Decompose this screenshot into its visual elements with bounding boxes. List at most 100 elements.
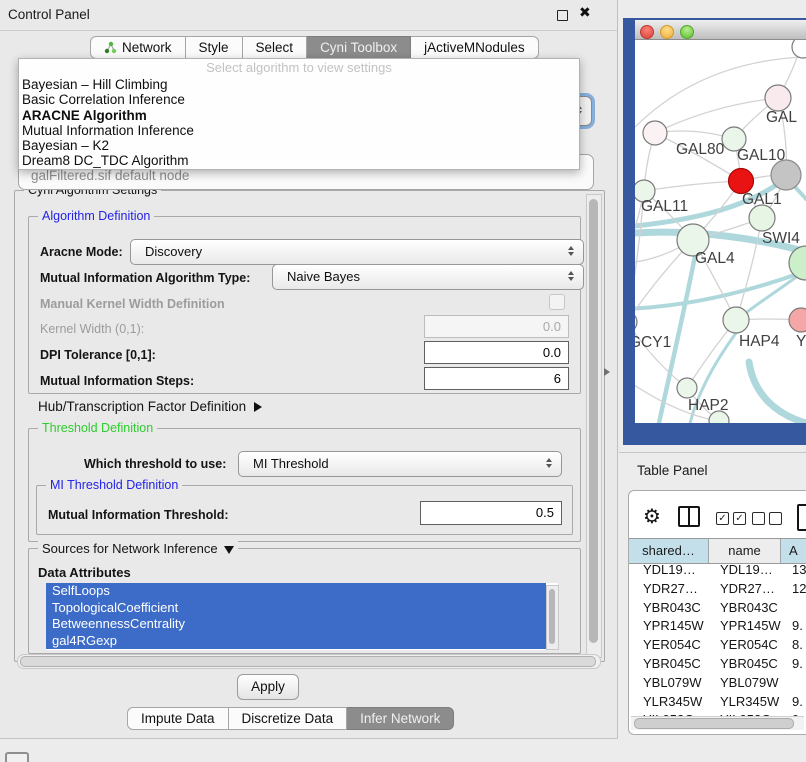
network-node-gcy1[interactable]: [635, 312, 637, 332]
close-icon[interactable]: ✖: [579, 5, 591, 21]
attribute-item-topologicalcoefficient[interactable]: TopologicalCoefficient: [46, 600, 546, 617]
tab-style[interactable]: Style: [186, 36, 243, 59]
table-row[interactable]: YDL19…YDL19…13.: [629, 562, 806, 581]
network-node-gal1[interactable]: [729, 169, 754, 194]
tab-select[interactable]: Select: [243, 36, 308, 59]
attributes-scroll-thumb[interactable]: [549, 589, 555, 644]
network-view-window: GALGAL80GAL10GAL1GAL11SWI4GAL4GCY1HAP4YH…: [623, 18, 806, 445]
column-header-partial[interactable]: A: [781, 539, 806, 563]
which-threshold-select[interactable]: MI Threshold: [238, 451, 562, 477]
network-canvas[interactable]: GALGAL80GAL10GAL1GAL11SWI4GAL4GCY1HAP4YH…: [635, 40, 806, 423]
table-cell: YBR043C: [643, 600, 701, 615]
network-edge[interactable]: [644, 181, 741, 191]
settings-hscroll-thumb[interactable]: [20, 656, 596, 667]
settings-vertical-scrollbar[interactable]: [586, 194, 602, 658]
table-cell: 9.: [792, 694, 803, 709]
tab-label: jActiveMNodules: [424, 37, 525, 58]
attribute-item-betweennesscentrality[interactable]: BetweennessCentrality: [46, 616, 546, 633]
node-label: GAL4: [695, 250, 735, 267]
algorithm-option-dream8-dc-tdc-algorithm[interactable]: Dream8 DC_TDC Algorithm: [19, 153, 579, 168]
tab-infer-network[interactable]: Infer Network: [347, 707, 454, 730]
network-node-gal[interactable]: [765, 85, 791, 111]
attributes-scrollbar[interactable]: [546, 585, 559, 650]
table-row[interactable]: YBL079WYBL079W: [629, 675, 806, 694]
control-panel-titlebar: Control Panel ✖: [0, 0, 617, 31]
tab-impute-data[interactable]: Impute Data: [127, 707, 229, 730]
manual-kernel-checkbox[interactable]: [549, 294, 565, 310]
tab-label: Select: [256, 37, 294, 58]
kernel-width-field[interactable]: 0.0: [424, 315, 569, 338]
attribute-item-gal4rgexp[interactable]: gal4RGexp: [46, 633, 546, 650]
table-row[interactable]: YBR043CYBR043C: [629, 600, 806, 619]
page-icon[interactable]: [797, 504, 806, 531]
dpi-tolerance-field[interactable]: 0.0: [424, 341, 569, 364]
network-node[interactable]: [771, 160, 801, 190]
node-label: GAL10: [737, 147, 786, 164]
algorithm-option-mutual-information-inference[interactable]: Mutual Information Inference: [19, 123, 579, 138]
table-row[interactable]: YER054CYER054C8.: [629, 637, 806, 656]
table-rows[interactable]: YDL19…YDL19…13.YDR27…YDR27…12.YBR043CYBR…: [629, 562, 806, 719]
gear-icon[interactable]: ⚙: [643, 506, 661, 526]
network-graph: GALGAL80GAL10GAL1GAL11SWI4GAL4GCY1HAP4YH…: [635, 40, 806, 423]
sources-group-title[interactable]: Sources for Network Inference: [38, 541, 238, 556]
column-header-name[interactable]: name: [709, 539, 781, 563]
table-row[interactable]: YPR145WYPR145W9.: [629, 618, 806, 637]
table-cell: 13.: [792, 562, 806, 577]
network-edge[interactable]: [749, 362, 806, 423]
network-node[interactable]: [749, 205, 775, 231]
table-hscroll-thumb[interactable]: [634, 718, 794, 729]
network-node[interactable]: [792, 40, 806, 58]
settings-horizontal-scrollbar[interactable]: [17, 654, 601, 669]
hub-definition-toggle[interactable]: Hub/Transcription Factor Definition: [38, 399, 262, 414]
mi-threshold-field[interactable]: 0.5: [420, 501, 562, 525]
mi-steps-field[interactable]: 6: [424, 367, 569, 390]
table-row[interactable]: YLR345WYLR345W9.: [629, 694, 806, 713]
tab-discretize-data[interactable]: Discretize Data: [229, 707, 348, 730]
attribute-item-selfloops[interactable]: SelfLoops: [46, 583, 546, 600]
minimize-traffic-light[interactable]: [660, 25, 674, 39]
network-icon: [104, 41, 117, 54]
algorithm-option-aracne-algorithm[interactable]: ARACNE Algorithm: [19, 108, 579, 123]
tab-cyni-toolbox[interactable]: Cyni Toolbox: [307, 36, 411, 59]
table-row[interactable]: YDR27…YDR27…12.: [629, 581, 806, 600]
checked-box-icon[interactable]: ✓: [733, 512, 746, 525]
network-window-titlebar[interactable]: [635, 20, 806, 40]
columns-icon[interactable]: [678, 506, 700, 527]
algorithm-option-bayesian-hill-climbing[interactable]: Bayesian – Hill Climbing: [19, 77, 579, 92]
tab-network[interactable]: Network: [90, 36, 186, 59]
table-panel-divider: [619, 452, 806, 453]
apply-button[interactable]: Apply: [237, 674, 299, 700]
dpi-tolerance-label: DPI Tolerance [0,1]:: [40, 348, 156, 362]
zoom-traffic-light[interactable]: [680, 25, 694, 39]
tab-label: Style: [199, 37, 229, 58]
mi-algorithm-type-select[interactable]: Naive Bayes: [272, 264, 584, 290]
unchecked-box-icon[interactable]: [752, 512, 765, 525]
network-node-hap2[interactable]: [677, 378, 697, 398]
aracne-mode-value: Discovery: [145, 244, 202, 259]
network-node-y[interactable]: [789, 308, 806, 332]
algorithm-option-bayesian-k2[interactable]: Bayesian – K2: [19, 138, 579, 153]
node-label: HAP2: [688, 397, 729, 414]
column-header-shared[interactable]: shared…: [629, 539, 709, 563]
network-node-gal80[interactable]: [643, 121, 667, 145]
table-row[interactable]: YBR045CYBR045C9.: [629, 656, 806, 675]
table-panel-title: Table Panel: [637, 463, 708, 478]
table-cell: YDL19…: [720, 562, 773, 577]
table-cell: YDR27…: [643, 581, 698, 596]
unchecked-box-icon[interactable]: [769, 512, 782, 525]
table-cell: YDR27…: [720, 581, 775, 596]
mi-type-value: Naive Bayes: [287, 269, 360, 284]
network-edge[interactable]: [655, 98, 778, 133]
tab-jactivemnodules[interactable]: jActiveMNodules: [411, 36, 539, 59]
minimized-window-icon[interactable]: [5, 752, 29, 762]
float-window-icon[interactable]: [557, 10, 568, 21]
combo-arrows-icon: [546, 458, 552, 468]
algorithm-option-basic-correlation-inference[interactable]: Basic Correlation Inference: [19, 92, 579, 107]
aracne-mode-select[interactable]: Discovery: [130, 239, 584, 265]
close-traffic-light[interactable]: [640, 25, 654, 39]
node-label: Y: [796, 333, 806, 350]
settings-vscroll-thumb[interactable]: [589, 199, 598, 643]
checked-box-icon[interactable]: ✓: [716, 512, 729, 525]
network-node-hap4[interactable]: [723, 307, 749, 333]
panel-resize-handle[interactable]: [604, 368, 610, 376]
